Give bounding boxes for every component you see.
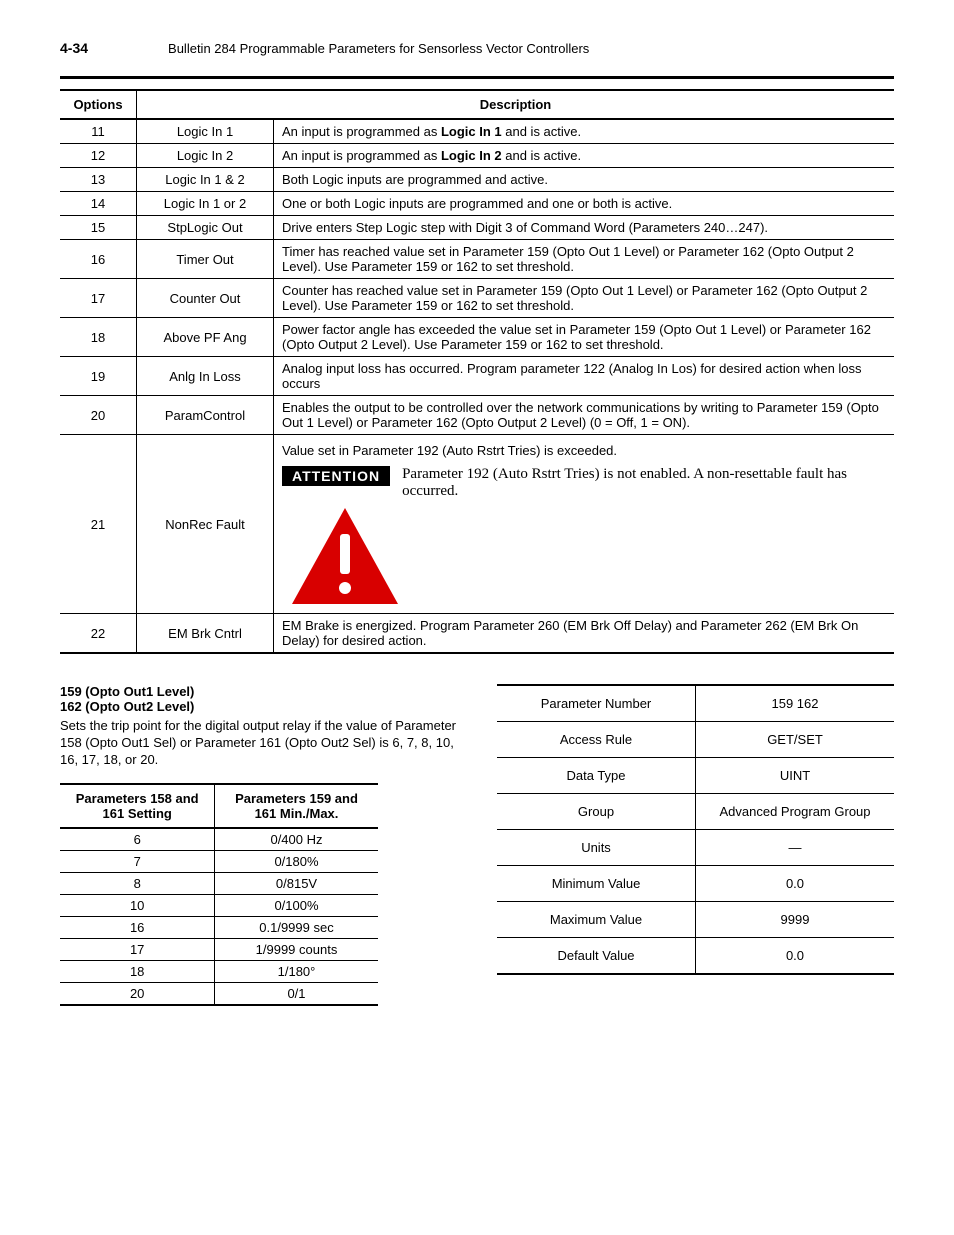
table-row: 16 Timer Out Timer has reached value set…: [60, 240, 894, 279]
table-row: Parameter Number159 162: [497, 685, 894, 722]
table-row: 60/400 Hz: [60, 828, 378, 851]
table-row: 181/180°: [60, 960, 378, 982]
table-row: Data TypeUINT: [497, 758, 894, 794]
table-row: 80/815V: [60, 872, 378, 894]
header-rule: [60, 76, 894, 79]
page-header: 4-34 Bulletin 284 Programmable Parameter…: [60, 40, 894, 56]
table-row: 17 Counter Out Counter has reached value…: [60, 279, 894, 318]
table-row: 160.1/9999 sec: [60, 916, 378, 938]
table-row: 13 Logic In 1 & 2 Both Logic inputs are …: [60, 168, 894, 192]
table-row: 12 Logic In 2 An input is programmed as …: [60, 144, 894, 168]
table-row: Minimum Value0.0: [497, 866, 894, 902]
table-row: 11 Logic In 1 An input is programmed as …: [60, 119, 894, 144]
attention-message: Parameter 192 (Auto Rstrt Tries) is not …: [402, 466, 886, 500]
table-row: 20 ParamControl Enables the output to be…: [60, 396, 894, 435]
table-row: Units—: [497, 830, 894, 866]
table-row: 15 StpLogic Out Drive enters Step Logic …: [60, 216, 894, 240]
table-row: 21 NonRec Fault Value set in Parameter 1…: [60, 435, 894, 614]
table-row: 200/1: [60, 982, 378, 1005]
table-row: 171/9999 counts: [60, 938, 378, 960]
options-table: Options Description 11 Logic In 1 An inp…: [60, 89, 894, 654]
table-row: Maximum Value9999: [497, 902, 894, 938]
table-row: 70/180%: [60, 850, 378, 872]
param-title-2: 162 (Opto Out2 Level): [60, 699, 457, 714]
table-row: 14 Logic In 1 or 2 One or both Logic inp…: [60, 192, 894, 216]
properties-table: Parameter Number159 162 Access RuleGET/S…: [497, 684, 894, 975]
warning-triangle-icon: [290, 506, 886, 609]
table-row: Default Value0.0: [497, 938, 894, 975]
page-title: Bulletin 284 Programmable Parameters for…: [168, 41, 589, 56]
settings-header-setting: Parameters 158 and 161 Setting: [60, 784, 215, 828]
lower-section: 159 (Opto Out1 Level) 162 (Opto Out2 Lev…: [60, 684, 894, 1006]
param-right-column: Parameter Number159 162 Access RuleGET/S…: [497, 684, 894, 975]
options-header: Options: [60, 90, 137, 119]
param-left-column: 159 (Opto Out1 Level) 162 (Opto Out2 Lev…: [60, 684, 457, 1006]
table-row: 18 Above PF Ang Power factor angle has e…: [60, 318, 894, 357]
table-row: 19 Anlg In Loss Analog input loss has oc…: [60, 357, 894, 396]
attention-label: ATTENTION: [282, 466, 390, 486]
param-description: Sets the trip point for the digital outp…: [60, 718, 457, 769]
row-desc-top: Value set in Parameter 192 (Auto Rstrt T…: [282, 443, 886, 458]
table-row: GroupAdvanced Program Group: [497, 794, 894, 830]
table-row: 100/100%: [60, 894, 378, 916]
table-row: Access RuleGET/SET: [497, 722, 894, 758]
page-number: 4-34: [60, 40, 88, 56]
settings-table: Parameters 158 and 161 Setting Parameter…: [60, 783, 378, 1006]
description-header: Description: [137, 90, 895, 119]
table-row: 22 EM Brk Cntrl EM Brake is energized. P…: [60, 614, 894, 654]
settings-header-minmax: Parameters 159 and 161 Min./Max.: [215, 784, 378, 828]
param-title-1: 159 (Opto Out1 Level): [60, 684, 457, 699]
